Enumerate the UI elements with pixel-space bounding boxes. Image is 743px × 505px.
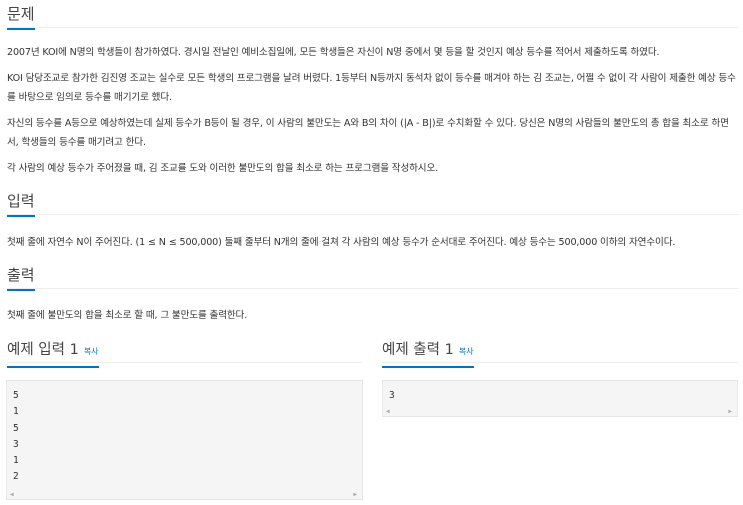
problem-paragraph: 각 사람의 예상 등수가 주어졌을 때, 김 조교를 도와 이러한 불만도의 합…	[7, 163, 439, 174]
sample-input-heading: 예제 입력 1 복사	[7, 340, 99, 368]
output-divider	[7, 288, 739, 289]
scroll-right-arrow-icon[interactable]: ▶	[353, 491, 357, 498]
sample-input-divider	[7, 362, 362, 363]
sample-output-content: 3	[389, 390, 395, 401]
input-description: 첫째 줄에 자연수 N이 주어진다. (1 ≤ N ≤ 500,000) 둘째 …	[7, 237, 676, 248]
scroll-right-arrow-icon[interactable]: ▶	[728, 408, 732, 415]
scroll-left-arrow-icon[interactable]: ◀	[386, 408, 390, 415]
problem-paragraph: 2007년 KOI에 N명의 학생들이 참가하였다. 경시일 전날인 예비소집일…	[7, 47, 660, 58]
sample-output-title: 예제 출력 1	[382, 342, 454, 358]
problem-paragraph: 자신의 등수를 A등으로 예상하였는데 실제 등수가 B등이 될 경우, 이 사…	[7, 118, 729, 148]
sample-input-title: 예제 입력 1	[7, 342, 79, 358]
sample-input-headline: 예제 입력 1 복사	[7, 339, 99, 368]
sample-output-heading: 예제 출력 1 복사	[382, 340, 474, 368]
sample-output-box[interactable]: 3 ◀ ▶	[382, 380, 738, 417]
copy-sample-output-button[interactable]: 복사	[459, 347, 474, 356]
problem-paragraph: KOI 담당조교로 참가한 김진영 조교는 실수로 모든 학생의 프로그램을 날…	[7, 73, 736, 103]
sample-input-content: 5 1 5 3 1 2	[13, 390, 19, 483]
sample-input-box[interactable]: 5 1 5 3 1 2 ◀ ▶	[6, 380, 363, 500]
scroll-left-arrow-icon[interactable]: ◀	[10, 491, 14, 498]
sample-output-headline: 예제 출력 1 복사	[382, 339, 474, 368]
problem-divider	[7, 27, 739, 28]
sample-output-scrollbar[interactable]: ◀ ▶	[383, 405, 737, 416]
problem-page: 문제 2007년 KOI에 N명의 학생들이 참가하였다. 경시일 전날인 예비…	[0, 0, 743, 505]
copy-sample-input-button[interactable]: 복사	[84, 347, 99, 356]
output-description: 첫째 줄에 불만도의 합을 최소로 할 때, 그 불만도를 출력한다.	[7, 310, 248, 321]
sample-input-scrollbar[interactable]: ◀ ▶	[7, 488, 362, 499]
sample-output-divider	[382, 362, 739, 363]
input-divider	[7, 214, 739, 215]
